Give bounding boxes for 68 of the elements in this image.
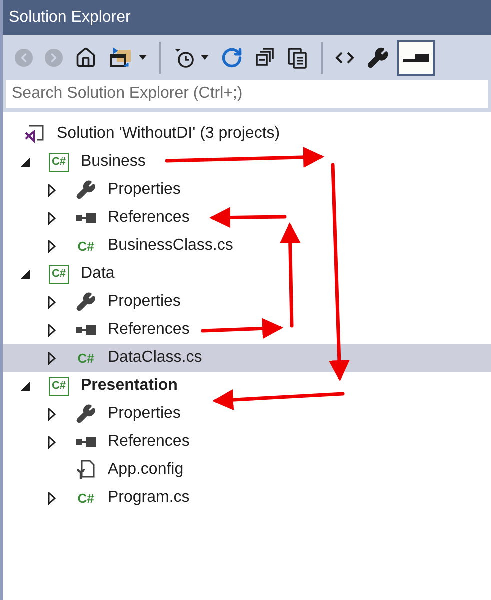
expanded-arrow-icon[interactable]	[21, 270, 30, 278]
tree-item-label: Solution 'WithoutDI' (3 projects)	[57, 124, 280, 144]
tree-item-label: DataClass.cs	[108, 348, 202, 368]
tree-item[interactable]: C# Presentation	[3, 372, 491, 400]
collapsed-arrow-icon[interactable]	[48, 352, 56, 364]
tree-item[interactable]: App.config	[3, 456, 491, 484]
collapsed-arrow-icon[interactable]	[48, 212, 56, 224]
csharp-file-icon: C#	[78, 352, 94, 364]
references-icon	[76, 324, 96, 336]
wrench-icon	[76, 180, 96, 200]
toolbar-button[interactable]	[397, 40, 435, 76]
tree-item-label: References	[108, 208, 190, 228]
collapsed-arrow-icon[interactable]	[48, 296, 56, 308]
tree-item[interactable]: C# BusinessClass.cs	[3, 232, 491, 260]
collapsed-arrow-icon[interactable]	[48, 436, 56, 448]
tree-item[interactable]: Properties	[3, 176, 491, 204]
csharp-file-icon: C#	[78, 240, 94, 252]
csharp-file-icon: C#	[78, 492, 94, 504]
wrench-icon	[76, 292, 96, 312]
solution-icon	[25, 124, 45, 144]
references-icon	[76, 212, 96, 224]
wrench-icon	[367, 46, 389, 68]
collapsed-arrow-icon[interactable]	[48, 324, 56, 336]
tree-item-label: Program.cs	[108, 488, 190, 508]
tree-item-label: Business	[81, 152, 146, 172]
tree-item[interactable]: References	[3, 204, 491, 232]
csharp-project-icon: C#	[48, 152, 70, 172]
tree-item[interactable]: C# Program.cs	[3, 484, 491, 512]
tree-item-label: References	[108, 432, 190, 452]
tree-item-label: References	[108, 320, 190, 340]
collapsed-arrow-icon[interactable]	[48, 492, 56, 504]
tree-item-label: Presentation	[81, 376, 178, 396]
tree-item[interactable]: Solution 'WithoutDI' (3 projects)	[3, 120, 491, 148]
forward-icon	[45, 48, 63, 66]
expanded-arrow-icon[interactable]	[21, 382, 30, 390]
refresh-icon	[221, 46, 243, 68]
folder-sync-icon	[109, 46, 133, 68]
wrench-icon	[76, 404, 96, 424]
tree-item[interactable]: C# Business	[3, 148, 491, 176]
search-field[interactable]: Search Solution Explorer (Ctrl+;)	[6, 80, 488, 108]
back-icon	[15, 48, 33, 66]
tree-item[interactable]: Properties	[3, 288, 491, 316]
tree-item-label: Data	[81, 264, 115, 284]
collapsed-arrow-icon[interactable]	[48, 184, 56, 196]
tree-item-label: Properties	[108, 292, 181, 312]
tree-item-label: Properties	[108, 180, 181, 200]
tree-item[interactable]: Properties	[3, 400, 491, 428]
collapsed-arrow-icon[interactable]	[48, 408, 56, 420]
tree-item[interactable]: References	[3, 316, 491, 344]
collapse-all-icon	[255, 48, 275, 68]
csharp-project-icon: C#	[48, 264, 70, 284]
tree-item[interactable]: C# DataClass.cs	[3, 344, 491, 372]
config-file-icon	[76, 459, 96, 481]
tree-item[interactable]: C# Data	[3, 260, 491, 288]
csharp-project-icon: C#	[48, 376, 70, 396]
code-icon	[335, 50, 355, 64]
expanded-arrow-icon[interactable]	[21, 158, 30, 166]
clock-icon	[173, 46, 195, 68]
tree-item-label: BusinessClass.cs	[108, 236, 234, 256]
home-icon	[75, 46, 97, 68]
preview-icon	[403, 52, 429, 62]
collapsed-arrow-icon[interactable]	[48, 240, 56, 252]
copy-icon	[287, 46, 309, 68]
window-title: Solution Explorer	[9, 8, 131, 28]
tree-item-label: App.config	[108, 460, 184, 480]
tree-item[interactable]: References	[3, 428, 491, 456]
references-icon	[76, 436, 96, 448]
tree-item-label: Properties	[108, 404, 181, 424]
